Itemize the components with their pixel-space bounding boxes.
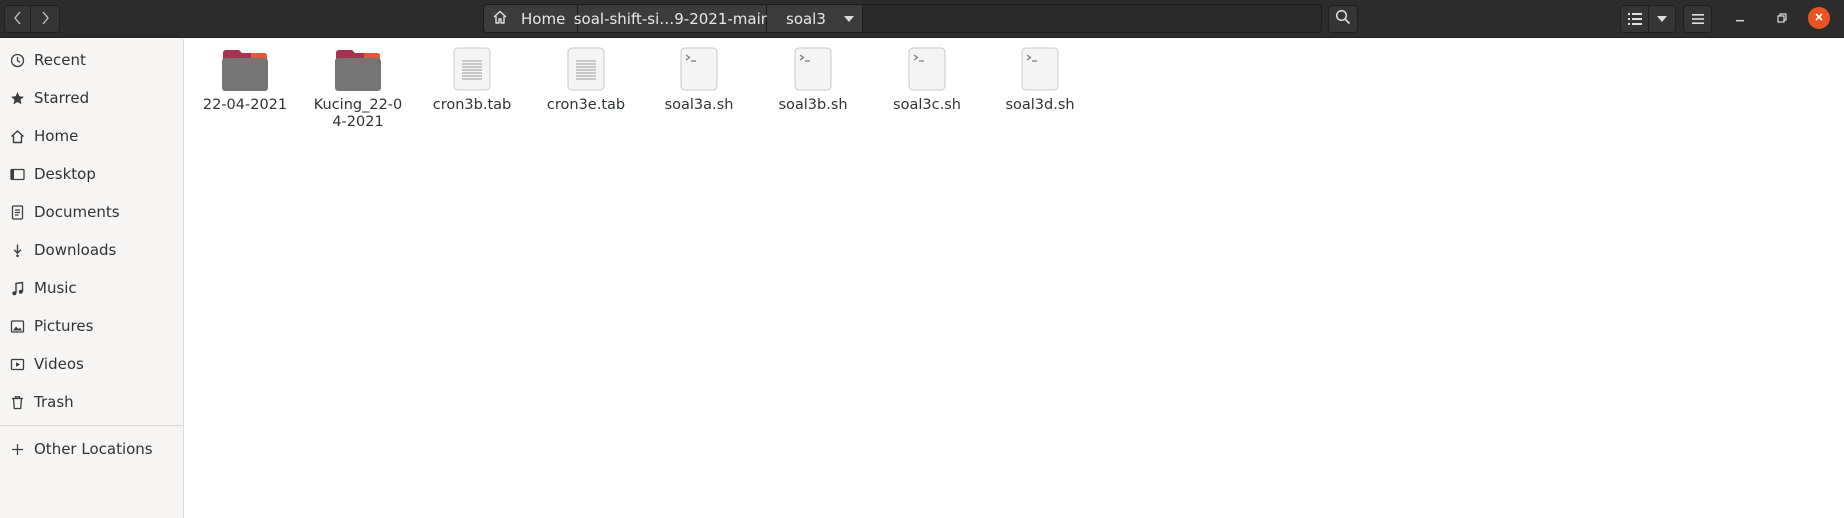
text-file-icon <box>562 47 610 91</box>
breadcrumb-home-label: Home <box>521 9 566 28</box>
minimize-icon <box>1735 12 1745 26</box>
search-icon <box>1335 9 1351 29</box>
sidebar-item-trash[interactable]: Trash <box>0 384 183 420</box>
sidebar-item-label: Music <box>34 279 77 297</box>
folder-icon <box>221 47 269 91</box>
file-item-script[interactable]: soal3c.sh <box>871 47 983 114</box>
file-item-script[interactable]: soal3a.sh <box>643 47 755 114</box>
sidebar-item-downloads[interactable]: Downloads <box>0 232 183 268</box>
sidebar-item-label: Pictures <box>34 317 94 335</box>
search-button[interactable] <box>1328 5 1358 33</box>
breadcrumb-current-label: soal3 <box>786 9 826 28</box>
terminal-script-icon <box>675 47 723 91</box>
sidebar-item-label: Documents <box>34 203 120 221</box>
sidebar-item-documents[interactable]: Documents <box>0 194 183 230</box>
star-icon <box>9 90 25 106</box>
sidebar-item-starred[interactable]: Starred <box>0 80 183 116</box>
clock-icon <box>9 52 25 68</box>
file-name: soal3d.sh <box>1005 97 1075 113</box>
sidebar-item-label: Starred <box>34 89 90 107</box>
sidebar-item-pictures[interactable]: Pictures <box>0 308 183 344</box>
sidebar-item-desktop[interactable]: Desktop <box>0 156 183 192</box>
sidebar-item-label: Downloads <box>34 241 117 259</box>
close-button[interactable] <box>1808 7 1830 29</box>
breadcrumb-current[interactable]: soal3 <box>767 5 863 32</box>
desktop-icon <box>9 166 25 182</box>
sidebar-item-label: Other Locations <box>34 440 153 458</box>
terminal-script-icon <box>789 47 837 91</box>
forward-button[interactable] <box>31 5 60 33</box>
sidebar-divider <box>0 425 183 426</box>
sidebar-item-home[interactable]: Home <box>0 118 183 154</box>
file-name: cron3e.tab <box>546 97 626 113</box>
terminal-script-icon <box>903 47 951 91</box>
sidebar-item-label: Home <box>34 127 79 145</box>
chevron-left-icon <box>13 10 23 29</box>
chevron-down-icon <box>1657 16 1667 22</box>
sidebar-item-label: Trash <box>34 393 74 411</box>
sidebar-item-label: Desktop <box>34 165 96 183</box>
main-menu-button[interactable] <box>1683 5 1712 33</box>
sidebar-item-label: Recent <box>34 51 86 69</box>
document-icon <box>9 204 25 220</box>
file-item-script[interactable]: soal3b.sh <box>757 47 869 114</box>
minimize-button[interactable] <box>1728 7 1752 31</box>
hamburger-menu-icon <box>1691 10 1705 29</box>
breadcrumb-parent-label: soal-shift-si…9-2021-main <box>573 9 771 28</box>
home-icon <box>9 128 25 144</box>
path-bar: Home soal-shift-si…9-2021-main soal3 <box>483 4 1322 33</box>
list-view-icon <box>1627 10 1642 29</box>
chevron-right-icon <box>40 10 50 29</box>
video-icon <box>9 356 25 372</box>
sidebar-item-music[interactable]: Music <box>0 270 183 306</box>
back-button[interactable] <box>4 5 31 33</box>
sidebar-item-recent[interactable]: Recent <box>0 42 183 78</box>
sidebar-item-label: Videos <box>34 355 84 373</box>
file-name: soal3b.sh <box>778 97 848 113</box>
plus-icon <box>9 441 25 457</box>
file-name: soal3a.sh <box>664 97 734 113</box>
file-name: 22-04-2021 <box>202 97 288 113</box>
text-file-icon <box>448 47 496 91</box>
file-item-script[interactable]: soal3d.sh <box>984 47 1096 114</box>
file-item-text[interactable]: cron3b.tab <box>416 47 528 114</box>
chevron-down-icon <box>843 15 854 22</box>
file-name: cron3b.tab <box>432 97 512 113</box>
header-bar: Home soal-shift-si…9-2021-main soal3 <box>0 0 1844 38</box>
file-item-text[interactable]: cron3e.tab <box>530 47 642 114</box>
sidebar-item-other-locations[interactable]: Other Locations <box>0 431 183 467</box>
home-icon <box>492 9 508 29</box>
close-icon <box>1814 11 1824 26</box>
music-icon <box>9 280 25 296</box>
breadcrumb-home[interactable]: Home <box>484 5 578 32</box>
view-options-button[interactable] <box>1649 5 1676 33</box>
trash-icon <box>9 394 25 410</box>
restore-icon <box>1777 12 1787 26</box>
terminal-script-icon <box>1016 47 1064 91</box>
sidebar: Recent Starred Home Desktop Documents Do… <box>0 39 184 518</box>
folder-icon <box>334 47 382 91</box>
view-toggle-button[interactable] <box>1620 5 1649 33</box>
download-icon <box>9 242 25 258</box>
restore-button[interactable] <box>1770 7 1794 31</box>
file-view: 22-04-2021 Kucing_22-04-2021 cron3b.tab … <box>185 39 1844 518</box>
picture-icon <box>9 318 25 334</box>
file-name: Kucing_22-04-2021 <box>313 97 403 130</box>
sidebar-item-videos[interactable]: Videos <box>0 346 183 382</box>
file-item-folder[interactable]: 22-04-2021 <box>189 47 301 114</box>
file-name: soal3c.sh <box>893 97 961 113</box>
file-item-folder[interactable]: Kucing_22-04-2021 <box>302 47 414 131</box>
breadcrumb-parent[interactable]: soal-shift-si…9-2021-main <box>574 5 770 32</box>
